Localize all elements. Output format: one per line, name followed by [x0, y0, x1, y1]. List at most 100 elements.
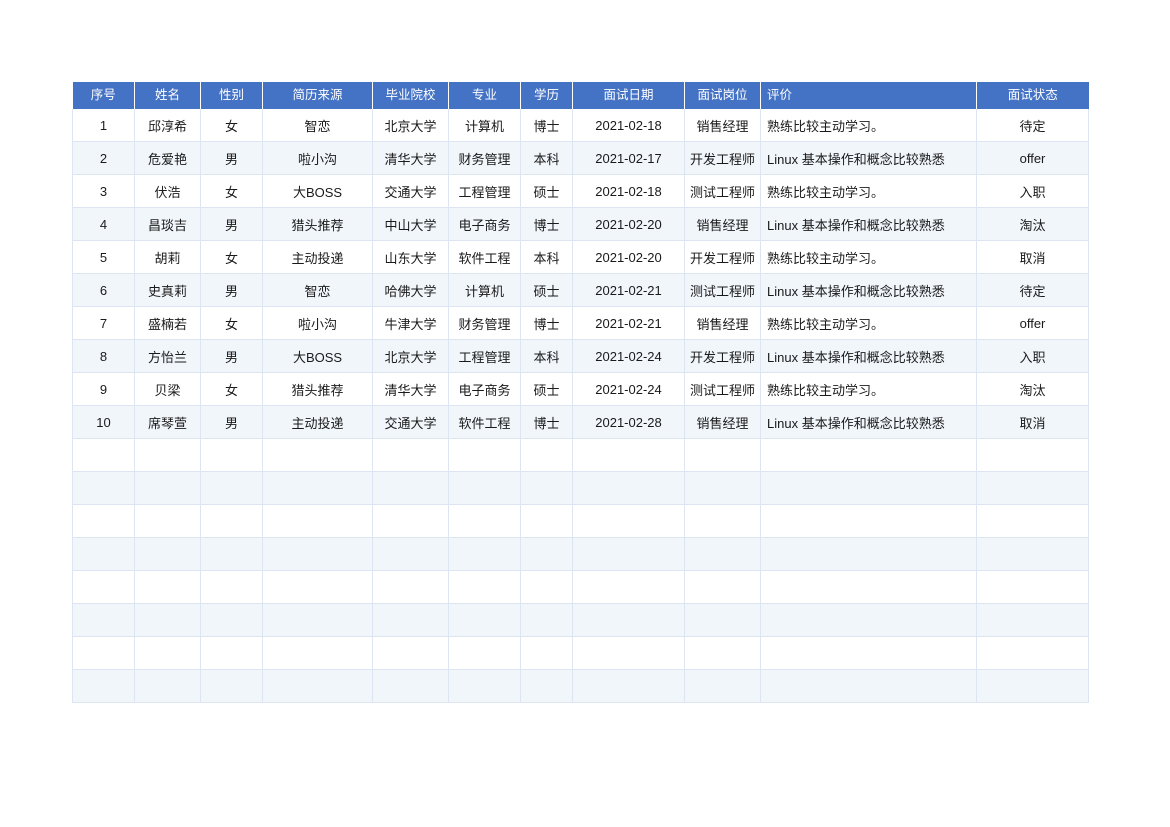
cell-name[interactable]: 席琴萱 — [134, 405, 201, 439]
column-header-name[interactable]: 姓名 — [134, 82, 201, 109]
cell-school[interactable]: 中山大学 — [372, 207, 449, 241]
cell-major[interactable] — [448, 471, 521, 505]
cell-name[interactable]: 史真莉 — [134, 273, 201, 307]
cell-school[interactable]: 交通大学 — [372, 174, 449, 208]
cell-school[interactable]: 北京大学 — [372, 339, 449, 373]
cell-seq[interactable] — [72, 603, 135, 637]
cell-status[interactable]: offer — [976, 306, 1089, 340]
table-row-empty[interactable] — [72, 438, 1089, 472]
cell-position[interactable]: 销售经理 — [684, 306, 761, 340]
cell-school[interactable]: 山东大学 — [372, 240, 449, 274]
cell-seq[interactable]: 5 — [72, 240, 135, 274]
cell-school[interactable] — [372, 636, 449, 670]
cell-position[interactable]: 测试工程师 — [684, 372, 761, 406]
cell-date[interactable] — [572, 504, 685, 538]
cell-gender[interactable] — [200, 603, 263, 637]
cell-date[interactable] — [572, 636, 685, 670]
cell-source[interactable] — [262, 570, 373, 604]
cell-position[interactable] — [684, 537, 761, 571]
cell-eval[interactable] — [760, 669, 977, 703]
cell-gender[interactable]: 男 — [200, 273, 263, 307]
cell-eval[interactable]: 熟练比较主动学习。 — [760, 240, 977, 274]
cell-seq[interactable]: 9 — [72, 372, 135, 406]
cell-date[interactable]: 2021-02-17 — [572, 141, 685, 175]
cell-position[interactable] — [684, 636, 761, 670]
cell-seq[interactable] — [72, 669, 135, 703]
cell-seq[interactable]: 10 — [72, 405, 135, 439]
column-header-eval[interactable]: 评价 — [760, 82, 977, 109]
cell-status[interactable]: 取消 — [976, 240, 1089, 274]
cell-status[interactable] — [976, 471, 1089, 505]
cell-status[interactable]: 淘汰 — [976, 207, 1089, 241]
cell-name[interactable]: 贝梁 — [134, 372, 201, 406]
cell-name[interactable]: 盛楠若 — [134, 306, 201, 340]
cell-gender[interactable] — [200, 438, 263, 472]
cell-name[interactable]: 昌琰吉 — [134, 207, 201, 241]
cell-major[interactable] — [448, 669, 521, 703]
cell-major[interactable]: 工程管理 — [448, 339, 521, 373]
cell-name[interactable] — [134, 669, 201, 703]
cell-seq[interactable]: 1 — [72, 109, 135, 142]
cell-position[interactable]: 销售经理 — [684, 207, 761, 241]
cell-date[interactable]: 2021-02-21 — [572, 306, 685, 340]
table-row[interactable]: 5 胡莉女主动投递 山东大学 软件工程 本科 2021-02-20 开发工程师 熟练比较主动学… — [72, 240, 1089, 274]
cell-source[interactable] — [262, 471, 373, 505]
cell-school[interactable]: 哈佛大学 — [372, 273, 449, 307]
cell-major[interactable]: 计算机 — [448, 109, 521, 142]
cell-eval[interactable] — [760, 603, 977, 637]
cell-source[interactable]: 主动投递 — [262, 240, 373, 274]
cell-gender[interactable] — [200, 537, 263, 571]
cell-position[interactable]: 测试工程师 — [684, 174, 761, 208]
cell-eval[interactable] — [760, 504, 977, 538]
cell-seq[interactable] — [72, 636, 135, 670]
cell-school[interactable]: 交通大学 — [372, 405, 449, 439]
cell-source[interactable]: 主动投递 — [262, 405, 373, 439]
cell-major[interactable] — [448, 603, 521, 637]
cell-degree[interactable]: 博士 — [520, 405, 573, 439]
cell-date[interactable]: 2021-02-18 — [572, 109, 685, 142]
cell-date[interactable]: 2021-02-28 — [572, 405, 685, 439]
cell-status[interactable]: offer — [976, 141, 1089, 175]
cell-degree[interactable]: 硕士 — [520, 273, 573, 307]
cell-eval[interactable] — [760, 471, 977, 505]
cell-eval[interactable]: 熟练比较主动学习。 — [760, 174, 977, 208]
table-row-empty[interactable] — [72, 636, 1089, 670]
cell-major[interactable] — [448, 636, 521, 670]
cell-date[interactable]: 2021-02-24 — [572, 372, 685, 406]
cell-degree[interactable]: 本科 — [520, 339, 573, 373]
cell-school[interactable]: 牛津大学 — [372, 306, 449, 340]
cell-name[interactable] — [134, 570, 201, 604]
cell-position[interactable] — [684, 570, 761, 604]
cell-name[interactable]: 危爱艳 — [134, 141, 201, 175]
table-row-empty[interactable] — [72, 504, 1089, 538]
cell-position[interactable]: 开发工程师 — [684, 141, 761, 175]
cell-major[interactable]: 财务管理 — [448, 306, 521, 340]
column-header-gender[interactable]: 性别 — [200, 82, 263, 109]
cell-eval[interactable] — [760, 537, 977, 571]
cell-seq[interactable] — [72, 438, 135, 472]
column-header-date[interactable]: 面试日期 — [572, 82, 685, 109]
cell-name[interactable]: 伏浩 — [134, 174, 201, 208]
cell-eval[interactable]: 熟练比较主动学习。 — [760, 372, 977, 406]
cell-seq[interactable]: 4 — [72, 207, 135, 241]
cell-status[interactable] — [976, 603, 1089, 637]
cell-position[interactable] — [684, 471, 761, 505]
cell-date[interactable]: 2021-02-20 — [572, 207, 685, 241]
cell-name[interactable] — [134, 636, 201, 670]
table-row-empty[interactable] — [72, 537, 1089, 571]
cell-eval[interactable]: 熟练比较主动学习。 — [760, 306, 977, 340]
cell-gender[interactable] — [200, 570, 263, 604]
table-row[interactable]: 3 伏浩女大BOSS 交通大学 工程管理 硕士 2021-02-18 测试工程师 熟练比较主动… — [72, 174, 1089, 208]
cell-eval[interactable]: Linux 基本操作和概念比较熟悉 — [760, 339, 977, 373]
cell-eval[interactable] — [760, 636, 977, 670]
cell-major[interactable]: 财务管理 — [448, 141, 521, 175]
cell-source[interactable] — [262, 537, 373, 571]
cell-status[interactable]: 待定 — [976, 273, 1089, 307]
table-row[interactable]: 9 贝梁女猎头推荐 清华大学 电子商务 硕士 2021-02-24 测试工程师 熟练比较主动学… — [72, 372, 1089, 406]
cell-date[interactable] — [572, 570, 685, 604]
cell-school[interactable] — [372, 471, 449, 505]
table-row-empty[interactable] — [72, 570, 1089, 604]
cell-source[interactable] — [262, 669, 373, 703]
cell-position[interactable] — [684, 669, 761, 703]
cell-status[interactable] — [976, 537, 1089, 571]
